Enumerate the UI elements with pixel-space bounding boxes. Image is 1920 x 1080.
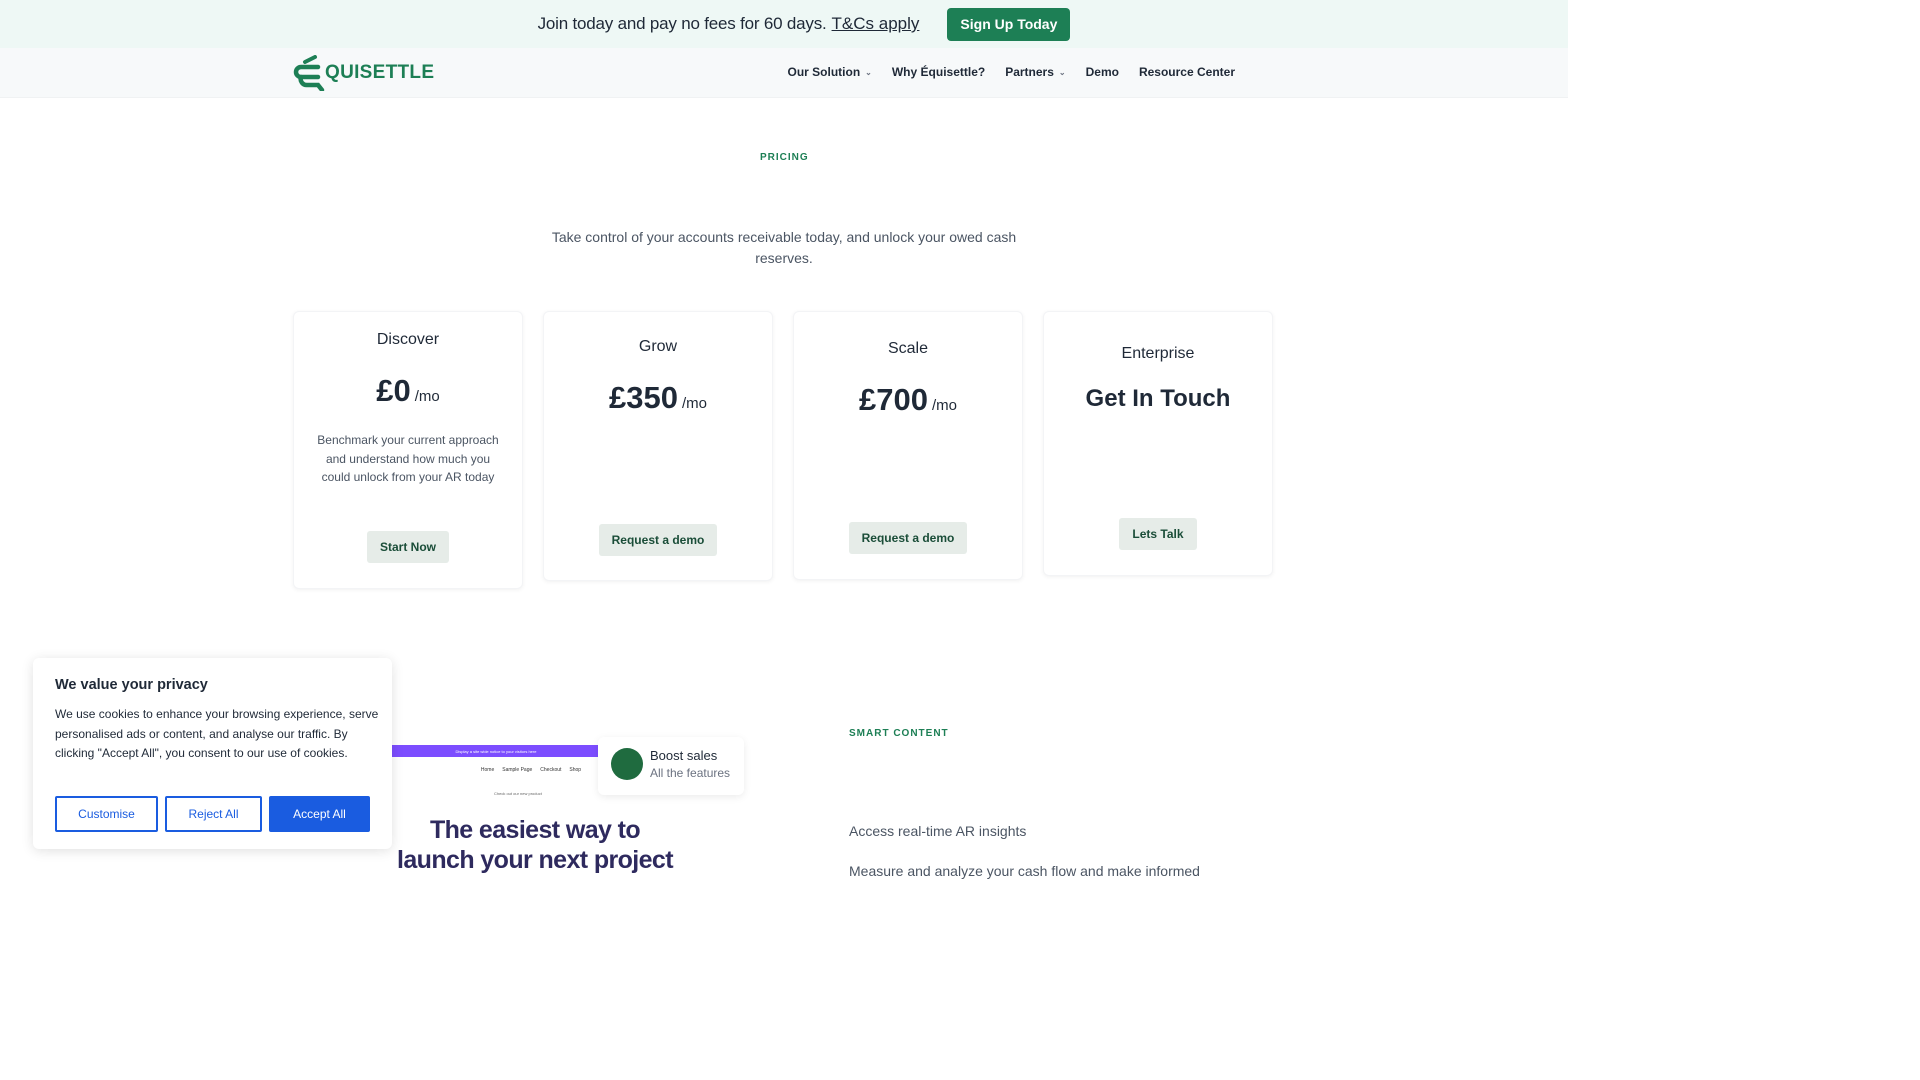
sign-up-button[interactable]: Sign Up Today (947, 7, 1071, 41)
plan-price-period: /mo (681, 395, 707, 412)
plan-price: Get In Touch (1085, 385, 1231, 412)
request-demo-button[interactable]: Request a demo (848, 522, 968, 554)
plan-card-grow: Grow £350/mo Request a demo (543, 311, 773, 581)
nav-label: Our Solution (787, 65, 861, 79)
nav-label: Why Équisettle? (891, 65, 986, 79)
chevron-down-icon: ⌄ (1058, 67, 1066, 77)
smart-content-label: SMART CONTENT (849, 728, 949, 739)
plan-name: Enterprise (1121, 345, 1195, 362)
cookie-text: We use cookies to enhance your browsing … (55, 707, 379, 760)
preview-notice: Display a site wide notice to your visit… (391, 745, 601, 757)
request-demo-button[interactable]: Request a demo (598, 524, 718, 556)
plan-price-value: £0 (376, 373, 411, 408)
plan-price: £0/mo (294, 373, 522, 409)
pricing-label: PRICING (760, 152, 809, 163)
start-now-button[interactable]: Start Now (366, 531, 449, 563)
plan-price-value: £700 (859, 382, 928, 417)
nav-links: Our Solution ⌄ Why Équisettle? Partners ⌄ … (788, 65, 1236, 79)
nav-label: Demo (1085, 65, 1119, 79)
plan-price-value: £350 (609, 380, 678, 415)
preview-nav-item: Checkout (540, 767, 562, 773)
customise-button[interactable]: Customise (55, 796, 158, 832)
equisettle-logo-icon (293, 55, 325, 91)
boost-avatar (611, 748, 643, 780)
preview-nav-item: Sample Page (502, 767, 533, 773)
plan-price: £700/mo (794, 382, 1022, 418)
pricing-intro: Take control of your accounts receivable… (551, 229, 1017, 266)
plan-card-scale: Scale £700/mo Request a demo (793, 311, 1023, 580)
nav-label: Partners (1005, 65, 1054, 79)
nav-our-solution[interactable]: Our Solution ⌄ (788, 65, 872, 79)
plan-name: Scale (887, 340, 929, 357)
preview-heading: The easiest way to launch your next proj… (397, 816, 674, 874)
preview-nav-item: Shop (569, 767, 582, 773)
reject-all-button[interactable]: Reject All (165, 796, 262, 832)
smart-heading: Access real-time AR insights (849, 823, 1027, 839)
preview-nav-item: Home (480, 767, 495, 773)
cookie-title: We value your privacy (55, 677, 208, 693)
boost-sales-card: Boost sales All the features (598, 737, 744, 795)
promo-bar: Join today and pay no fees for 60 days. … (0, 0, 1568, 48)
plan-card-discover: Discover £0/mo Benchmark your current ap… (293, 311, 523, 589)
preview-nav: Home Sample Page Checkout Shop (391, 767, 601, 773)
accept-all-button[interactable]: Accept All (269, 796, 370, 832)
nav-resource-center[interactable]: Resource Center (1139, 65, 1235, 79)
nav-label: Resource Center (1138, 65, 1235, 79)
preview-badge: Check out our new product (494, 791, 542, 796)
boost-subtitle: All the features (650, 766, 731, 780)
plan-card-enterprise: Enterprise Get In Touch Lets Talk (1043, 311, 1273, 576)
boost-title: Boost sales (650, 748, 718, 763)
plan-price-period: /mo (414, 388, 440, 405)
plan-price: £350/mo (544, 380, 772, 416)
terms-link[interactable]: T&Cs apply (832, 14, 920, 34)
plan-name: Grow (638, 338, 678, 355)
smart-text: Measure and analyze your cash flow and m… (849, 863, 1200, 879)
logo[interactable]: QUISETTLE (293, 55, 434, 91)
nav-demo[interactable]: Demo (1086, 65, 1119, 79)
logo-text: QUISETTLE (325, 62, 435, 83)
nav-why-equisettle[interactable]: Why Équisettle? (892, 65, 985, 79)
chevron-down-icon: ⌄ (865, 67, 872, 77)
plan-name: Discover (376, 331, 440, 348)
plan-description: Benchmark your current approach and unde… (317, 433, 499, 484)
nav-partners[interactable]: Partners ⌄ (1005, 65, 1065, 79)
cookie-consent-banner: We value your privacy We use cookies to … (33, 658, 392, 849)
plan-price-period: /mo (931, 397, 957, 414)
promo-text: Join today and pay no fees for 60 days. (537, 14, 827, 33)
navbar: QUISETTLE Our Solution ⌄ Why Équisettle? … (0, 48, 1568, 98)
lets-talk-button[interactable]: Lets Talk (1119, 518, 1197, 550)
